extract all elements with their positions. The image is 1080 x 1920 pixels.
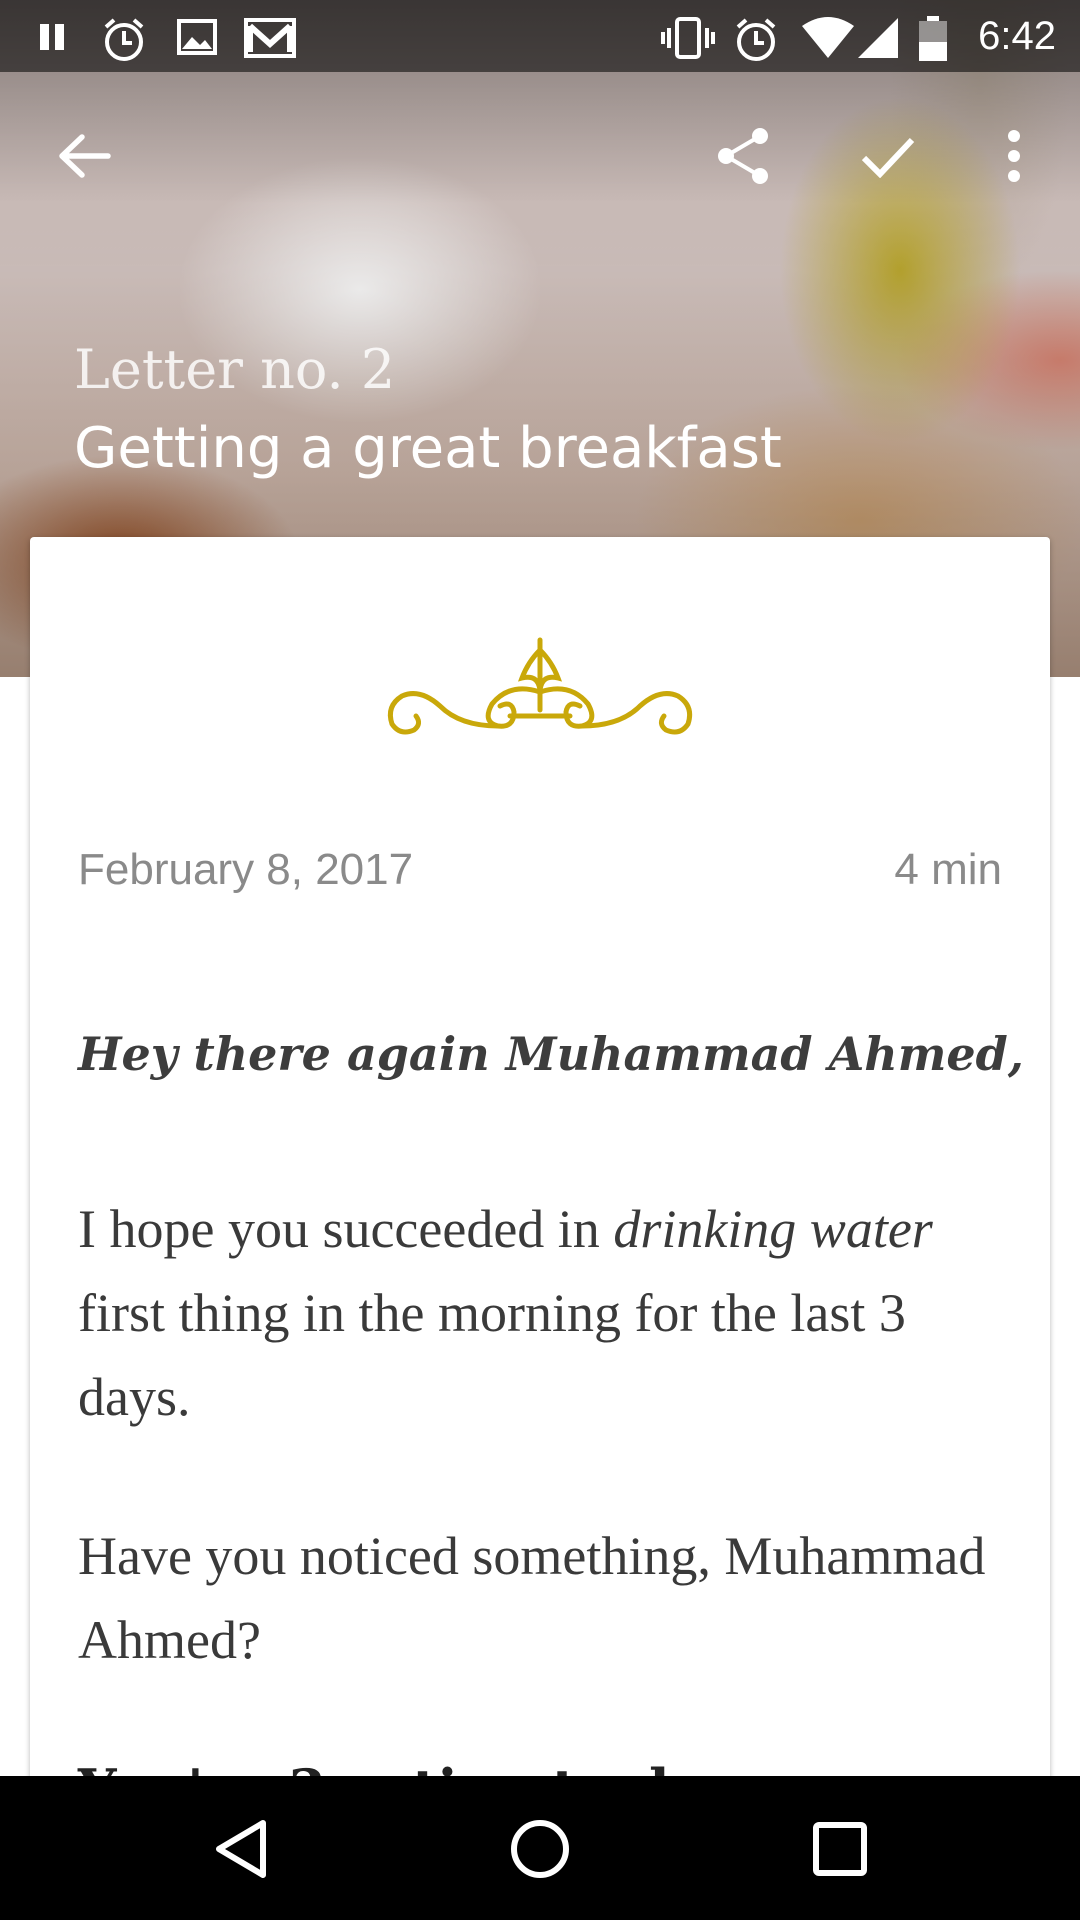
read-time: 4 min [894,845,1002,894]
alarm-clock-icon [100,16,148,69]
battery-icon [918,16,948,67]
check-icon [860,134,916,183]
alarm-icon [732,16,780,69]
nav-recents-button[interactable] [795,1806,885,1896]
emphasized-text: drinking water [613,1199,933,1259]
gmail-icon [244,16,296,65]
share-button[interactable] [704,118,784,198]
back-arrow-icon [56,131,112,186]
nav-recents-icon [811,1820,869,1883]
letter-greeting: Hey there again Muhammad Ahmed, [78,1027,1024,1081]
nav-back-icon [211,1817,271,1886]
image-icon [176,16,218,63]
status-bar: 6:42 [0,0,1080,72]
paragraph-text: first thing in the morning for the last … [78,1283,906,1427]
letter-card: February 8, 2017 4 min Hey there again M… [30,537,1050,1837]
nav-back-button[interactable] [196,1806,286,1896]
status-time: 6:42 [978,14,1056,58]
header-titles: Letter no. 2 Getting a great breakfast [74,335,782,489]
ornament-flourish-icon [380,632,700,747]
letter-screen: 6:42 Letter no. 2 Getting a great breakf… [0,0,1080,1920]
letter-paragraph: I hope you succeeded in drinking water f… [78,1187,1018,1439]
letter-paragraph: Have you noticed something, Muhammad Ahm… [78,1526,986,1670]
nav-home-icon [508,1817,572,1886]
letter-title: Getting a great breakfast [74,416,782,481]
pause-icon [38,16,68,61]
wifi-icon [800,16,856,65]
mark-done-button[interactable] [848,118,928,198]
back-button[interactable] [44,118,124,198]
more-vert-icon [1006,129,1022,187]
letter-date: February 8, 2017 [78,845,414,894]
paragraph-text: I hope you succeeded in [78,1199,614,1259]
signal-icon [856,16,900,65]
letter-number: Letter no. 2 [74,338,396,401]
vibrate-icon [660,16,716,65]
nav-home-button[interactable] [495,1806,585,1896]
navigation-bar [0,1776,1080,1920]
more-options-button[interactable] [974,118,1054,198]
share-icon [714,126,774,191]
